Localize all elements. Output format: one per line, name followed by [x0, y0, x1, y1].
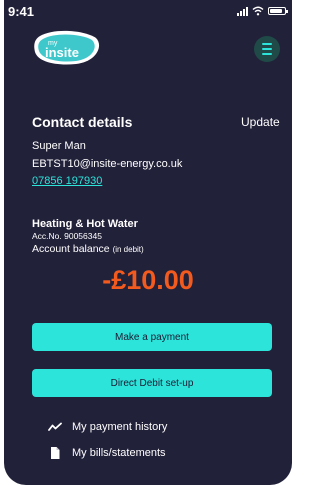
- payment-history-label: My payment history: [72, 421, 168, 433]
- contact-phone-link[interactable]: 07856 197930: [32, 175, 102, 187]
- account-title: Heating & Hot Water: [32, 218, 138, 230]
- signal-icon: [237, 6, 248, 16]
- update-contact-link[interactable]: Update: [241, 115, 280, 129]
- bills-statements-label: My bills/statements: [72, 447, 166, 459]
- balance-value: -£10.00: [102, 265, 194, 295]
- account-number: Acc.No. 90056345: [32, 231, 102, 241]
- payment-history-link[interactable]: My payment history: [48, 419, 167, 435]
- balance-label: Account balance (in debit): [32, 243, 144, 255]
- direct-debit-button[interactable]: Direct Debit set-up: [32, 369, 272, 397]
- status-icons: [237, 4, 288, 18]
- balance-label-text: Account balance: [32, 243, 110, 255]
- status-bar: 9:41: [4, 0, 292, 22]
- app-screen: 9:41 my insite Contact details Update Su…: [4, 0, 292, 485]
- bills-statements-link[interactable]: My bills/statements: [48, 445, 166, 461]
- insite-logo[interactable]: my insite: [32, 30, 102, 66]
- make-payment-button[interactable]: Make a payment: [32, 323, 272, 351]
- logo-brand-text: insite: [45, 45, 79, 60]
- trend-line-icon: [48, 422, 62, 431]
- contact-name: Super Man: [32, 140, 86, 152]
- wifi-icon: [252, 6, 264, 16]
- contact-details-title: Contact details: [32, 114, 133, 130]
- battery-icon: [268, 7, 288, 15]
- contact-email: EBTST10@insite-energy.co.uk: [32, 158, 183, 170]
- balance-note: (in debit): [112, 245, 144, 254]
- status-time: 9:41: [8, 4, 35, 19]
- document-icon: [51, 447, 60, 459]
- hamburger-menu-icon[interactable]: [254, 36, 280, 62]
